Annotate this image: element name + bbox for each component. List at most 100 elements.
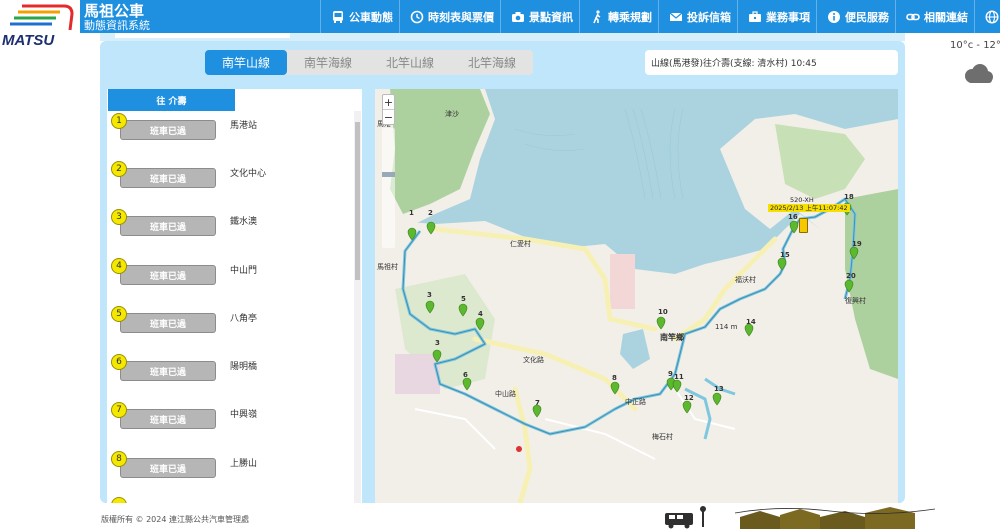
nav-label: 便民服務 bbox=[845, 10, 889, 24]
nav-label: 景點資訊 bbox=[529, 10, 573, 24]
nav-services[interactable]: 便民服務 bbox=[816, 0, 895, 33]
list-item: 班車已過 3 鐵水澳 bbox=[107, 209, 352, 249]
list-item bbox=[107, 497, 352, 503]
map-zoom-control: + − bbox=[382, 94, 395, 125]
route-info-text: 山線(馬港發)往介壽(支線: 清水村) 10:45 bbox=[651, 59, 817, 69]
map-marker-number[interactable]: 13 bbox=[714, 385, 724, 393]
nav-language[interactable]: 語言 ▼ bbox=[974, 0, 1000, 33]
map-canvas bbox=[375, 89, 898, 503]
tab-beigan-sea[interactable]: 北竿海線 bbox=[451, 50, 533, 75]
tab-beigan-mountain[interactable]: 北竿山線 bbox=[369, 50, 451, 75]
stop-status-button[interactable]: 班車已過 bbox=[120, 168, 216, 188]
map-marker-number[interactable]: 20 bbox=[846, 272, 856, 280]
stop-list-scrollbar-thumb[interactable] bbox=[355, 122, 360, 280]
map-marker-number[interactable]: 7 bbox=[535, 399, 540, 407]
list-item: 班車已過 1 馬港站 bbox=[107, 113, 352, 153]
map-label-renai: 仁愛村 bbox=[510, 240, 531, 248]
stop-name: 八角亭 bbox=[230, 314, 258, 324]
map-marker-number[interactable]: 5 bbox=[461, 295, 466, 303]
tab-nangan-mountain[interactable]: 南竿山線 bbox=[205, 50, 287, 75]
map-label-nangan: 南竿鄉 bbox=[660, 333, 684, 342]
list-item: 班車已過 6 陽明橋 bbox=[107, 354, 352, 394]
stop-status-button[interactable]: 班車已過 bbox=[120, 265, 216, 285]
map-marker-number[interactable]: 11 bbox=[674, 373, 684, 381]
bus-location-icon[interactable] bbox=[799, 218, 808, 233]
main-nav: 公車動態 時刻表與票價 景點資訊 轉乘規劃 投訴信箱 業務事項 便民服務 相關連… bbox=[320, 0, 1000, 33]
stop-number-badge: 7 bbox=[111, 402, 127, 418]
map-marker-number[interactable]: 9 bbox=[668, 370, 673, 378]
route-map[interactable]: 南竿鄉 梅石村 福沃村 復興村 仁愛村 馬祖村 文化路 中山路 中正路 津沙 馬… bbox=[375, 89, 898, 503]
stop-name: 中興嶺 bbox=[230, 410, 258, 420]
bus-info-tag[interactable]: 520-XH 2025/2/13 上午11:07:42 bbox=[768, 196, 850, 212]
stop-number-badge: 6 bbox=[111, 354, 127, 370]
zoom-slider[interactable] bbox=[382, 128, 395, 248]
list-item: 班車已過 8 上勝山 bbox=[107, 451, 352, 491]
nav-label: 相關連結 bbox=[924, 10, 968, 24]
bus-timestamp: 2025/2/13 上午11:07:42 bbox=[768, 204, 850, 212]
stop-status-button[interactable]: 班車已過 bbox=[120, 120, 216, 140]
camera-icon bbox=[511, 10, 525, 24]
stop-status-button[interactable]: 班車已過 bbox=[120, 458, 216, 478]
stop-name: 陽明橋 bbox=[230, 362, 258, 372]
route-tabs: 南竿山線 南竿海線 北竿山線 北竿海線 bbox=[205, 50, 533, 75]
nav-label: 投訴信箱 bbox=[687, 10, 731, 24]
map-marker-number[interactable]: 15 bbox=[780, 251, 790, 259]
map-label-jinsha: 津沙 bbox=[445, 110, 459, 118]
stop-status-button[interactable]: 班車已過 bbox=[120, 313, 216, 333]
stop-number-badge: 5 bbox=[111, 306, 127, 322]
map-marker-number[interactable]: 8 bbox=[612, 374, 617, 382]
map-label-zhongzheng-road: 中正路 bbox=[625, 398, 646, 406]
map-label-elevation: 114 m bbox=[715, 323, 738, 331]
zoom-in-button[interactable]: + bbox=[383, 95, 394, 109]
list-item: 班車已過 5 八角亭 bbox=[107, 306, 352, 346]
map-marker-number[interactable]: 10 bbox=[658, 308, 668, 316]
site-title-block[interactable]: 馬祖公車 動態資訊系統 bbox=[80, 0, 320, 33]
stop-number-badge: 8 bbox=[111, 451, 127, 467]
nav-label: 公車動態 bbox=[349, 10, 393, 24]
map-marker-number[interactable]: 1 bbox=[409, 209, 414, 217]
cloud-icon bbox=[960, 62, 994, 86]
tab-nangan-sea[interactable]: 南竿海線 bbox=[287, 50, 369, 75]
stop-number-badge: 4 bbox=[111, 258, 127, 274]
mail-icon bbox=[669, 10, 683, 24]
map-marker-number[interactable]: 19 bbox=[852, 240, 862, 248]
map-marker-number[interactable]: 2 bbox=[428, 209, 433, 217]
map-marker-number[interactable]: 14 bbox=[746, 318, 756, 326]
stop-status-button[interactable]: 班車已過 bbox=[120, 409, 216, 429]
nav-bus-dynamics[interactable]: 公車動態 bbox=[320, 0, 399, 33]
site-subtitle: 動態資訊系統 bbox=[84, 19, 150, 32]
stop-number-badge: 3 bbox=[111, 209, 127, 225]
logo-text: MATSU bbox=[2, 32, 55, 49]
zoom-slider-handle[interactable] bbox=[382, 172, 395, 177]
stop-name: 上勝山 bbox=[230, 459, 258, 469]
bus-plate: 520-XH bbox=[790, 196, 814, 204]
matsu-logo[interactable]: MATSU bbox=[0, 0, 80, 50]
stop-status-button[interactable]: 班車已過 bbox=[120, 216, 216, 236]
stop-status-button[interactable]: 班車已過 bbox=[120, 361, 216, 381]
map-marker-number[interactable]: 6 bbox=[463, 371, 468, 379]
map-marker-number[interactable]: 4 bbox=[478, 310, 483, 318]
nav-complaint[interactable]: 投訴信箱 bbox=[658, 0, 737, 33]
nav-label: 業務事項 bbox=[766, 10, 810, 24]
briefcase-icon bbox=[748, 10, 762, 24]
direction-tab[interactable]: 往 介壽 bbox=[108, 89, 235, 111]
map-label-fuxing: 復興村 bbox=[845, 297, 866, 305]
nav-label: 時刻表與票價 bbox=[428, 10, 494, 24]
map-label-meishi: 梅石村 bbox=[652, 433, 673, 441]
nav-links[interactable]: 相關連結 bbox=[895, 0, 974, 33]
stop-list: 往 介壽 班車已過 1 馬港站 班車已過 2 文化中心 班車已過 3 鐵水澳 班… bbox=[107, 89, 362, 503]
globe-icon bbox=[985, 9, 999, 24]
map-marker-number[interactable]: 12 bbox=[684, 394, 694, 402]
nav-transfer[interactable]: 轉乘規劃 bbox=[579, 0, 658, 33]
map-marker-number[interactable]: 3 bbox=[435, 339, 440, 347]
zoom-out-button[interactable]: − bbox=[383, 110, 394, 124]
map-label-mazu: 馬祖村 bbox=[377, 263, 398, 271]
info-icon bbox=[827, 10, 841, 24]
map-marker-number[interactable]: 3 bbox=[427, 291, 432, 299]
map-label-zhongshan-road: 中山路 bbox=[495, 390, 516, 398]
route-info-box: 山線(馬港發)往介壽(支線: 清水村) 10:45 bbox=[645, 50, 898, 75]
map-marker-number[interactable]: 16 bbox=[788, 213, 798, 221]
nav-business[interactable]: 業務事項 bbox=[737, 0, 816, 33]
nav-timetable[interactable]: 時刻表與票價 bbox=[399, 0, 500, 33]
nav-attractions[interactable]: 景點資訊 bbox=[500, 0, 579, 33]
